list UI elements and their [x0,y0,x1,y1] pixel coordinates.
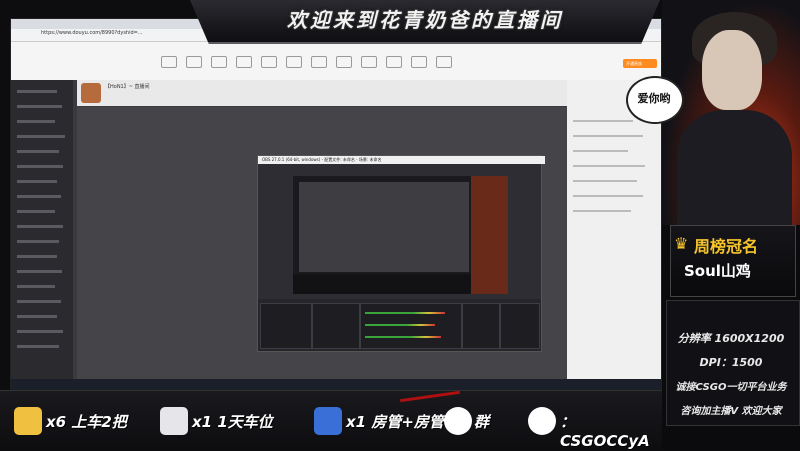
nav-icon[interactable] [361,56,377,68]
address-text: https://www.douyu.com/8990?dyshid=... [41,30,143,36]
nav-icon[interactable] [286,56,302,68]
controls-panel[interactable] [500,303,540,349]
scenes-panel[interactable] [260,303,312,349]
reward-item-2: x1 1天车位 [192,413,273,431]
obs-window[interactable]: OBS 27.0.1 (64-bit, windows) - 配置文件: 未命名… [257,155,545,352]
transitions-panel[interactable] [462,303,500,349]
room-name: 【HoN1】~ 直播间 [105,84,150,90]
nav-icon[interactable] [386,56,402,68]
streamer-avatar[interactable] [81,83,101,103]
weekly-name: Soul山鸡 [684,262,751,280]
nav-icon[interactable] [311,56,327,68]
plane-icon [160,407,188,435]
room-header: 【HoN1】~ 直播间 [77,80,567,106]
nav-icon[interactable] [336,56,352,68]
wechat-icon [528,407,556,435]
reward-item-3: x1 房管+房管 [346,413,444,431]
wechat-id: ：CSGOCCyA [560,413,650,450]
wechat-icon [444,407,472,435]
dpi-text: DPI：1500 [699,356,763,369]
nav-icon[interactable] [261,56,277,68]
site-action-button[interactable]: 开通贵族 [623,59,657,68]
weekly-title: 周榜冠名 [694,237,759,256]
site-header [11,42,661,80]
speech-bubble-text: 爱你哟 [637,92,671,105]
crown-icon: ♛ [674,234,689,253]
nav-icon[interactable] [436,56,452,68]
service-text: 诚接CSGO一切平台业务 [675,382,787,393]
site-action-label: 开通贵族 [626,61,642,66]
nav-icon[interactable] [186,56,202,68]
nav-icon[interactable] [211,56,227,68]
sources-panel[interactable] [312,303,360,349]
right-overlay: 爱你哟 ♛ 周榜冠名 Soul山鸡 分辨率 1600X1200 DPI：1500… [626,0,800,450]
resolution-text: 分辨率 1600X1200 [677,332,785,345]
banner-title: 欢迎来到花青奶爸的直播间 [287,8,563,32]
obs-title-bar: OBS 27.0.1 (64-bit, windows) - 配置文件: 未命名… [258,156,545,164]
nav-icon[interactable] [411,56,427,68]
streamer-portrait [662,0,800,225]
reward-item-1: x6 上车2把 [46,413,127,431]
nav-icon[interactable] [161,56,177,68]
reward-item-3b: 群 [474,413,490,431]
bottom-bar: x6 上车2把 x1 1天车位 x1 房管+房管 群 ：CSGOCCyA [0,390,662,451]
left-sidebar [11,80,73,380]
contact-text: 咨询加主播V 欢迎大家 [680,406,782,417]
obs-preview [293,176,508,294]
obs-dock [258,299,541,351]
audio-mixer-panel[interactable] [360,303,462,349]
nav-icon[interactable] [236,56,252,68]
ticket-icon [14,407,42,435]
rocket-icon [314,407,342,435]
chat-panel [567,80,661,380]
